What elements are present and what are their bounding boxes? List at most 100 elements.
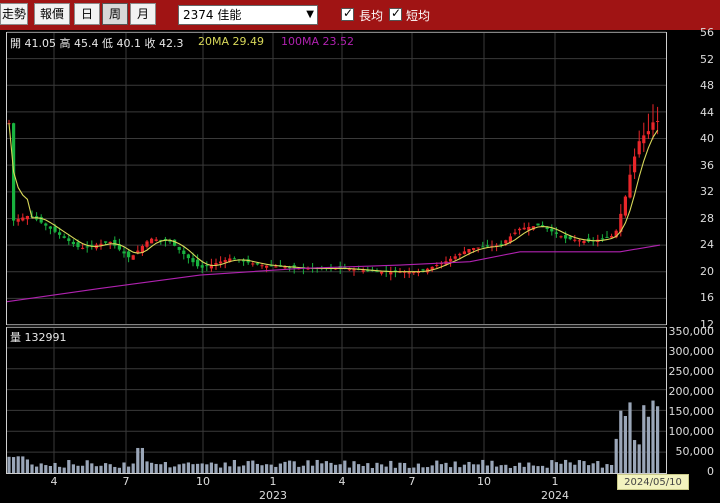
volume-bar bbox=[214, 463, 218, 473]
volume-bar bbox=[104, 463, 108, 473]
ma100-line bbox=[6, 244, 661, 303]
low-label: 低 bbox=[102, 37, 113, 50]
volume-bar bbox=[255, 463, 259, 473]
volume-tick: 350,000 bbox=[668, 325, 715, 338]
volume-bar bbox=[186, 462, 190, 473]
candle-body bbox=[150, 238, 154, 244]
candle-body bbox=[449, 258, 453, 262]
volume-bar bbox=[30, 464, 34, 473]
volume-bar bbox=[274, 466, 278, 473]
volume-bar bbox=[173, 466, 177, 473]
candle-body bbox=[633, 156, 637, 173]
candle-body bbox=[582, 240, 586, 244]
volume-bar bbox=[384, 466, 388, 473]
candle-body bbox=[656, 120, 660, 122]
year-tick: 2023 bbox=[259, 489, 287, 502]
volume-bar bbox=[292, 461, 296, 473]
volume-bar bbox=[426, 467, 430, 473]
candle-body bbox=[361, 270, 365, 272]
candle-body bbox=[223, 260, 227, 263]
volume-bar bbox=[191, 464, 195, 473]
volume-bar bbox=[39, 463, 43, 473]
candle-body bbox=[182, 250, 186, 255]
month-tick: 1 bbox=[269, 475, 277, 488]
volume-bar bbox=[122, 462, 126, 473]
open-label: 開 bbox=[10, 37, 21, 50]
volume-bar bbox=[357, 464, 361, 473]
candle-body bbox=[522, 227, 526, 230]
volume-bar bbox=[200, 463, 204, 473]
volume-bar bbox=[131, 463, 135, 473]
volume-bar bbox=[113, 466, 117, 473]
candle-body bbox=[200, 265, 204, 268]
price-tick: 40 bbox=[700, 132, 714, 145]
volume-bar bbox=[398, 462, 402, 473]
volume-tick: 0 bbox=[707, 465, 714, 478]
volume-bar bbox=[531, 465, 535, 473]
volume-bar bbox=[504, 464, 508, 473]
open-value: 41.05 bbox=[24, 37, 57, 50]
volume-bar bbox=[334, 464, 338, 473]
volume-bar bbox=[495, 466, 499, 473]
candle-body bbox=[577, 240, 581, 242]
volume-bar bbox=[159, 464, 163, 473]
volume-bar bbox=[633, 440, 637, 473]
volume-bar bbox=[71, 464, 75, 473]
candle-body bbox=[646, 131, 650, 135]
volume-bar bbox=[246, 461, 250, 473]
candle-body bbox=[347, 269, 351, 271]
volume-tick: 250,000 bbox=[668, 365, 715, 378]
volume-bar bbox=[550, 460, 554, 473]
volume-bar bbox=[140, 447, 144, 473]
volume-bar bbox=[352, 461, 356, 473]
volume-bar bbox=[21, 456, 25, 473]
volume-bar bbox=[177, 464, 181, 473]
volume-bar bbox=[568, 462, 572, 473]
volume-bar bbox=[522, 466, 526, 473]
volume-bar bbox=[508, 467, 512, 473]
candle-body bbox=[48, 226, 52, 229]
volume-bar bbox=[283, 461, 287, 473]
candle-body bbox=[651, 122, 655, 130]
candle-body bbox=[53, 226, 57, 232]
volume-bar bbox=[48, 466, 52, 473]
volume-bar bbox=[614, 438, 618, 473]
candle-body bbox=[504, 240, 508, 244]
volume-bar bbox=[485, 465, 489, 473]
price-tick: 36 bbox=[700, 159, 714, 172]
volume-bar bbox=[16, 456, 20, 473]
volume-label: 量 bbox=[10, 331, 21, 344]
volume-bar bbox=[12, 457, 16, 473]
volume-bar bbox=[251, 460, 255, 473]
candle-body bbox=[573, 239, 577, 241]
candle-body bbox=[62, 236, 66, 238]
candle-body bbox=[435, 265, 439, 267]
volume-bar bbox=[361, 465, 365, 473]
candlestick-chart[interactable] bbox=[0, 0, 720, 503]
month-tick: 4 bbox=[338, 475, 346, 488]
candle-body bbox=[513, 232, 517, 234]
price-tick: 16 bbox=[700, 291, 714, 304]
volume-bar bbox=[182, 463, 186, 473]
month-tick: 10 bbox=[196, 475, 210, 488]
month-tick: 7 bbox=[122, 475, 130, 488]
price-tick: 24 bbox=[700, 238, 714, 251]
candle-body bbox=[186, 254, 190, 259]
candle-body bbox=[568, 236, 572, 240]
volume-bar bbox=[467, 461, 471, 473]
volume-bar bbox=[347, 467, 351, 473]
month-tick: 4 bbox=[50, 475, 58, 488]
candle-body bbox=[637, 141, 641, 155]
volume-tick: 150,000 bbox=[668, 405, 715, 418]
candle-body bbox=[260, 265, 264, 267]
price-tick: 44 bbox=[700, 106, 714, 119]
candle-body bbox=[113, 239, 117, 246]
volume-bar bbox=[320, 463, 324, 473]
candle-body bbox=[554, 232, 558, 234]
volume-bar bbox=[619, 410, 623, 473]
candle-body bbox=[352, 269, 356, 271]
volume-bar bbox=[329, 462, 333, 473]
candle-body bbox=[122, 251, 126, 254]
volume-bar bbox=[288, 460, 292, 473]
candle-body bbox=[499, 243, 503, 245]
